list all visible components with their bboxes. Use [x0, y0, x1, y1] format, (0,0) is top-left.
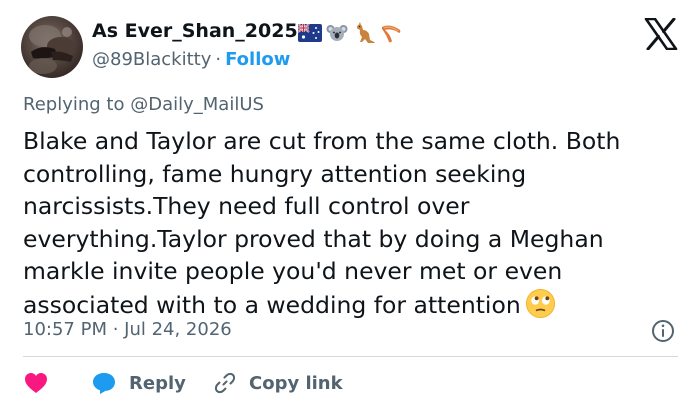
face-with-rolling-eyes-icon [525, 288, 556, 328]
tweet-text: Blake and Taylor are cut from the same c… [23, 125, 688, 327]
koala-icon [326, 25, 348, 41]
reply-button[interactable]: Reply [91, 370, 186, 396]
flag-australia-icon [298, 24, 322, 42]
replying-to-mention[interactable]: @Daily_MailUS [130, 94, 264, 115]
x-logo-icon[interactable] [644, 18, 678, 50]
info-icon[interactable] [651, 319, 675, 343]
follow-button[interactable]: Follow [225, 49, 290, 70]
kangaroo-icon [357, 22, 375, 43]
boomerang-icon [382, 25, 401, 43]
reply-label: Reply [129, 372, 186, 394]
tweet-timestamp[interactable]: 10:57 PM · Jul 24, 2026 [23, 319, 232, 340]
like-button[interactable] [23, 370, 49, 396]
divider [23, 356, 678, 357]
author-handle[interactable]: @89Blackitty [92, 49, 211, 70]
author-handle-row: @89Blackitty · Follow [92, 49, 290, 70]
replying-to-prefix: Replying to [23, 94, 125, 115]
reply-bubble-icon [93, 373, 115, 394]
avatar[interactable] [21, 16, 83, 78]
separator-dot: · [215, 49, 222, 70]
copy-link-label: Copy link [249, 372, 343, 394]
heart-icon [25, 373, 47, 393]
avatar-photo [29, 25, 75, 74]
replying-to: Replying to @Daily_MailUS [23, 94, 264, 115]
copy-link-button[interactable]: Copy link [213, 370, 343, 396]
name-emojis [298, 21, 402, 45]
tweet-card: As Ever_Shan_2025 @89Blackitty · Follow … [0, 0, 700, 410]
author-display-name[interactable]: As Ever_Shan_2025 [92, 20, 298, 42]
link-icon [214, 372, 236, 394]
